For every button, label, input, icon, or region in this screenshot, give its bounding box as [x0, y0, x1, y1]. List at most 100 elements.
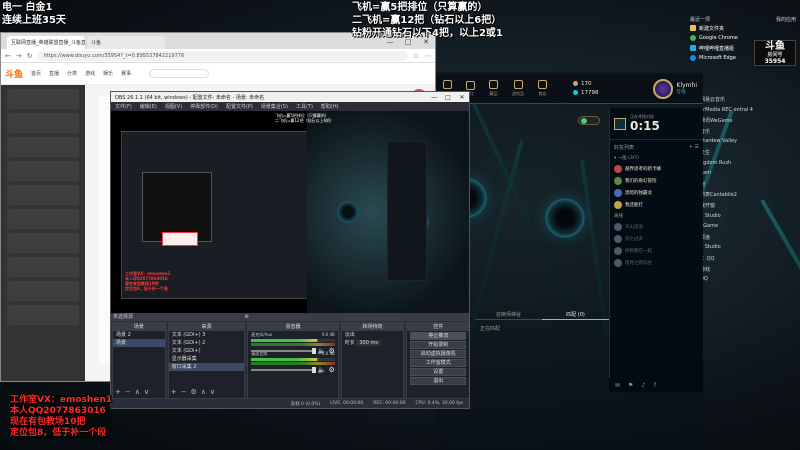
remove-icon[interactable]: −: [181, 388, 187, 396]
studio-mode-button[interactable]: 工作室模式: [410, 359, 467, 367]
side-list-item[interactable]: 长生: [700, 149, 800, 160]
nav-loot[interactable]: 战利品: [512, 80, 524, 97]
stop-streaming-button[interactable]: 停止推流: [410, 332, 467, 340]
rp-balance[interactable]: 170: [573, 81, 599, 87]
toggle-switch[interactable]: [578, 116, 600, 125]
sidebar-item[interactable]: [7, 161, 79, 181]
forward-icon[interactable]: →: [16, 52, 22, 60]
voice-icon[interactable]: ♪: [641, 382, 645, 389]
side-list-item[interactable]: 我开窗: [700, 202, 800, 213]
sidebar-item[interactable]: [7, 113, 79, 133]
douyu-nav-item[interactable]: 娱乐: [103, 70, 113, 77]
avatar[interactable]: [652, 78, 673, 99]
minimize-button[interactable]: —: [427, 94, 441, 101]
friend-row[interactable]: 天山流浪: [610, 221, 703, 233]
douyu-search-input[interactable]: [149, 69, 210, 78]
volume-slider[interactable]: [251, 348, 317, 354]
remove-icon[interactable]: −: [125, 388, 131, 396]
side-list-item[interactable]: S Studio: [700, 213, 800, 224]
offline-group-label[interactable]: 离线: [610, 211, 703, 221]
url-input[interactable]: https://www.douyu.com/35954?_t=0.8955378…: [37, 50, 408, 61]
friend-row[interactable]: 开之过去: [610, 233, 703, 245]
nav-store[interactable]: 商店: [538, 80, 547, 97]
star-icon[interactable]: ☆: [413, 52, 419, 60]
start-recording-button[interactable]: 开始录制: [410, 341, 467, 349]
side-list-item[interactable]: S Studio: [700, 244, 800, 255]
browser-tab-active[interactable]: 互联网直播_英雄联盟直播_斗鱼直播: [7, 36, 85, 49]
scene-item[interactable]: 场景 2: [113, 331, 165, 339]
sidebar-item[interactable]: [7, 209, 79, 229]
menu-file[interactable]: 文件(F): [115, 103, 132, 110]
source-item[interactable]: 文本 (GDI+) 2: [169, 339, 245, 347]
tab-summoners-rift[interactable]: 召唤师峡谷: [475, 310, 542, 320]
refresh-icon[interactable]: ↻: [27, 52, 33, 60]
sidebar-item[interactable]: [7, 89, 79, 109]
friend-row[interactable]: 我们的奇幻冒险: [610, 175, 703, 187]
douyu-nav-item[interactable]: 游戏: [85, 70, 95, 77]
sidebar-item[interactable]: [7, 281, 79, 301]
sidebar-item[interactable]: [7, 137, 79, 157]
menu-tools[interactable]: 工具(T): [296, 103, 313, 110]
side-list-item[interactable]: ngdom Rush: [700, 160, 800, 171]
mission-icon[interactable]: ⚑: [628, 382, 633, 389]
friend-row[interactable]: 黑暗的独霸龙: [610, 187, 703, 199]
scene-item[interactable]: 场景: [113, 339, 165, 347]
side-list-item[interactable]: Ｉ QQ: [700, 255, 800, 266]
be-balance[interactable]: 17798: [573, 90, 599, 96]
side-list-item[interactable]: eGame: [700, 223, 800, 234]
browser-tab[interactable]: 斗鱼: [87, 36, 165, 49]
profile-block[interactable]: Klymhi 在线: [652, 78, 703, 99]
side-list-item[interactable]: 阿: [700, 181, 800, 192]
source-item[interactable]: 窗口采集 2: [168, 363, 245, 371]
friend-row[interactable]: 越界思考的新卡蜂: [610, 163, 703, 175]
sidebar-item[interactable]: [7, 185, 79, 205]
menu-docks[interactable]: 停靠部件(D): [190, 103, 218, 110]
add-icon[interactable]: +: [171, 388, 177, 396]
sidebar-item[interactable]: [7, 233, 79, 253]
settings-icon[interactable]: ⚙: [190, 388, 196, 396]
side-list-item[interactable]: Stardew Valley: [700, 138, 800, 149]
settings-button[interactable]: 设置: [410, 368, 467, 376]
side-list-item[interactable]: eam: [700, 170, 800, 181]
source-item[interactable]: 文本 (GDI+) 3: [169, 331, 245, 339]
down-icon[interactable]: ∨: [210, 388, 215, 396]
add-friend-icon[interactable]: + ☰: [689, 144, 699, 151]
douyu-nav-item[interactable]: 分类: [67, 70, 77, 77]
menu-edit[interactable]: 编辑(E): [140, 103, 157, 110]
menu-help[interactable]: 帮助(H): [321, 103, 339, 110]
side-list-item[interactable]: 频道: [700, 234, 800, 245]
friend-row[interactable]: 我还能打: [610, 199, 703, 211]
tab-matchmaking[interactable]: 匹配 (0): [542, 310, 609, 320]
up-icon[interactable]: ∧: [201, 388, 206, 396]
virtual-camera-button[interactable]: 启动虚拟摄像机: [410, 350, 467, 358]
obs-preview-canvas[interactable]: 工作室VX：emoshen1 本人QQ2077863016 现在有包教场10把 …: [111, 111, 469, 313]
exit-button[interactable]: 退出: [410, 377, 467, 385]
side-list-item[interactable]: erMedia REC entral 4: [700, 107, 800, 118]
speaker-icon[interactable]: 🔈: [318, 366, 327, 374]
friend-row[interactable]: 暗月之所向往: [610, 257, 703, 269]
menu-icon[interactable]: ⋯: [424, 52, 431, 60]
friend-row[interactable]: 你和我在一起: [610, 245, 703, 257]
source-item[interactable]: 显示器采集: [169, 355, 245, 363]
sidebar-item[interactable]: [7, 305, 79, 325]
menu-scene-collection[interactable]: 场景集合(S): [261, 103, 288, 110]
douyu-nav-item[interactable]: 赛事: [121, 70, 131, 77]
back-icon[interactable]: ←: [5, 52, 11, 60]
side-list-item[interactable]: 音乐: [700, 128, 800, 139]
maximize-button[interactable]: □: [441, 94, 455, 101]
help-icon[interactable]: ?: [653, 382, 656, 389]
side-list-item[interactable]: 游戏: [700, 266, 800, 277]
friend-group-label[interactable]: ▾ 一般 (3/7): [610, 153, 703, 163]
up-icon[interactable]: ∧: [135, 388, 140, 396]
menu-view[interactable]: 视图(V): [165, 103, 182, 110]
chat-icon[interactable]: ✉: [615, 382, 620, 389]
side-list-item[interactable]: QQ: [700, 276, 800, 287]
side-list-item[interactable]: 刷表Cantabile2: [700, 191, 800, 202]
transition-select[interactable]: 淡出: [342, 331, 404, 339]
down-icon[interactable]: ∨: [144, 388, 149, 396]
close-button[interactable]: ✕: [455, 94, 469, 101]
side-list-item[interactable]: 网易云音乐: [700, 96, 800, 107]
side-list-item[interactable]: 腾讯WeGame: [700, 117, 800, 128]
menu-profile[interactable]: 配置文件(P): [226, 103, 253, 110]
source-item[interactable]: 文本 (GDI+): [169, 347, 245, 355]
